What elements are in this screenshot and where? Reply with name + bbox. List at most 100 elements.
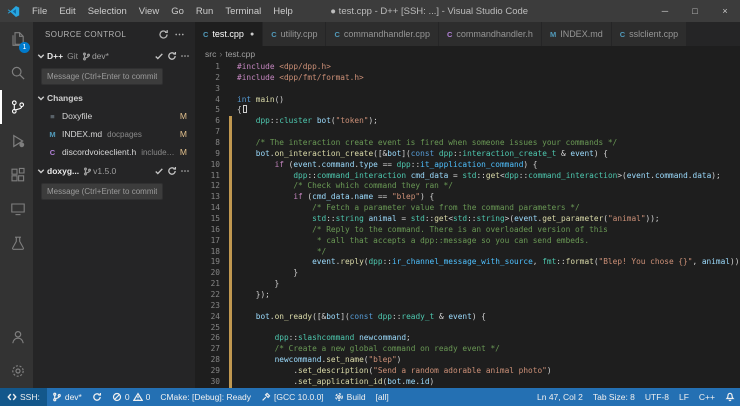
- problems[interactable]: 00: [107, 388, 155, 406]
- line-number: 29: [195, 366, 220, 377]
- activity-source-control[interactable]: [0, 90, 33, 124]
- tab-sslclient-cpp[interactable]: Csslclient.cpp: [612, 22, 687, 46]
- close-button[interactable]: ×: [710, 0, 740, 22]
- menu-selection[interactable]: Selection: [82, 0, 133, 22]
- scm-file-row[interactable]: ≡DoxyfileM: [33, 107, 195, 125]
- cmake-kit[interactable]: [GCC 10.0.0]: [256, 388, 329, 406]
- file-type-icon: C: [334, 30, 339, 39]
- tab-commandhandler-cpp[interactable]: Ccommandhandler.cpp: [326, 22, 438, 46]
- warning-icon: [133, 392, 143, 402]
- scm-file-row[interactable]: MINDEX.mddocpagesM: [33, 125, 195, 143]
- refresh-icon[interactable]: [165, 49, 178, 63]
- more-icon[interactable]: [178, 49, 191, 63]
- code-line: dpp::command_interaction cmd_data = std:…: [237, 171, 740, 182]
- problems-label2: 0: [146, 392, 151, 402]
- menu-help[interactable]: Help: [267, 0, 299, 22]
- remote-indicator[interactable]: SSH:: [0, 388, 47, 406]
- modified-dot-icon: ●: [250, 31, 254, 38]
- code-line: .set_description("Send a random adorable…: [237, 366, 740, 377]
- line-number: 4: [195, 95, 220, 106]
- code-line: bot.on_ready([&bot](const dpp::ready_t &…: [237, 312, 740, 323]
- tab-label: INDEX.md: [560, 29, 603, 39]
- notifications[interactable]: [720, 388, 740, 406]
- more-icon[interactable]: [178, 164, 191, 178]
- chevron-down-icon[interactable]: [35, 51, 47, 61]
- menu-go[interactable]: Go: [165, 0, 190, 22]
- indentation[interactable]: Tab Size: 8: [588, 388, 640, 406]
- activity-search[interactable]: [0, 56, 33, 90]
- refresh-icon[interactable]: [165, 164, 178, 178]
- activity-extensions[interactable]: [0, 158, 33, 192]
- menu-edit[interactable]: Edit: [53, 0, 81, 22]
- error-icon: [112, 392, 122, 402]
- commit-message-input[interactable]: [41, 68, 163, 85]
- remote-indicator-label: SSH:: [20, 392, 40, 402]
- line-number: 8: [195, 138, 220, 149]
- cursor-position[interactable]: Ln 47, Col 2: [532, 388, 588, 406]
- status-bar: SSH: dev* 00CMake: [Debug]: Ready [GCC 10.0…: [0, 388, 740, 406]
- menu-run[interactable]: Run: [190, 0, 219, 22]
- remote-explorer-icon: [10, 201, 26, 217]
- tab-commandhandler-h[interactable]: Ccommandhandler.h: [439, 22, 542, 46]
- tab-test-cpp[interactable]: Ctest.cpp●: [195, 22, 263, 46]
- scm-file-row[interactable]: Cdiscordvoiceclient.hinclude/d...M: [33, 143, 195, 161]
- activity-account[interactable]: [0, 320, 33, 354]
- cmake-variant[interactable]: CMake: [Debug]: Ready: [155, 388, 256, 406]
- line-number: 21: [195, 279, 220, 290]
- cpp-header-file-icon: C: [47, 148, 58, 157]
- encoding[interactable]: UTF-8: [640, 388, 674, 406]
- more-icon[interactable]: [172, 27, 187, 42]
- minimize-button[interactable]: ─: [650, 0, 680, 22]
- refresh-icon[interactable]: [156, 27, 171, 42]
- activity-testing[interactable]: [0, 226, 33, 260]
- breadcrumb-item[interactable]: src: [205, 49, 216, 59]
- sidebar: SOURCE CONTROL D++Gitdev*Changes≡Doxyfil…: [33, 22, 195, 388]
- tab-utility-cpp[interactable]: Cutility.cpp: [263, 22, 326, 46]
- activity-explorer[interactable]: 1: [0, 22, 33, 56]
- activity-run-debug[interactable]: [0, 124, 33, 158]
- repo-actions: [152, 49, 191, 63]
- cmake-build[interactable]: Build: [329, 388, 371, 406]
- settings-icon: [10, 363, 26, 379]
- language-mode[interactable]: C++: [694, 388, 720, 406]
- repo-name: D++: [47, 51, 63, 61]
- activity-settings[interactable]: [0, 354, 33, 388]
- line-number: 13: [195, 192, 220, 203]
- menu-file[interactable]: File: [26, 0, 53, 22]
- code-line: if (cmd_data.name == "blep") {: [237, 192, 740, 203]
- line-number: 16: [195, 225, 220, 236]
- git-branch[interactable]: dev*: [47, 388, 87, 406]
- scm-repo-header[interactable]: D++Gitdev*: [33, 46, 195, 66]
- code-line: newcommand.set_name("blep"): [237, 355, 740, 366]
- file-type-icon: C: [620, 30, 625, 39]
- line-number: 24: [195, 312, 220, 323]
- file-type-icon: C: [447, 30, 452, 39]
- language-mode-label: C++: [699, 392, 715, 402]
- line-number: 26: [195, 333, 220, 344]
- code-line: [237, 301, 740, 312]
- activity-remote-explorer[interactable]: [0, 192, 33, 226]
- maximize-button[interactable]: □: [680, 0, 710, 22]
- code-line: .set_application_id(bot.me.id): [237, 377, 740, 388]
- line-number: 19: [195, 257, 220, 268]
- chevron-down-icon[interactable]: [35, 93, 47, 103]
- code-lines[interactable]: #include <dpp/dpp.h>#include <dpp/fmt/fo…: [229, 62, 740, 388]
- check-icon[interactable]: [152, 49, 165, 63]
- menu-terminal[interactable]: Terminal: [219, 0, 267, 22]
- eol[interactable]: LF: [674, 388, 694, 406]
- chevron-down-icon[interactable]: [35, 166, 47, 176]
- cmake-kit-label: [GCC 10.0.0]: [274, 392, 324, 402]
- tab-label: commandhandler.h: [456, 29, 533, 39]
- branch-icon: [52, 392, 62, 402]
- scm-section-header[interactable]: Changes: [33, 89, 195, 107]
- commit-message-input[interactable]: [41, 183, 163, 200]
- git-status-badge: M: [176, 129, 187, 139]
- check-icon[interactable]: [152, 164, 165, 178]
- tab-index-md[interactable]: MINDEX.md: [542, 22, 612, 46]
- breadcrumb-item[interactable]: test.cpp: [225, 49, 255, 59]
- menu-view[interactable]: View: [133, 0, 165, 22]
- code-line: bot.on_interaction_create([&bot](const d…: [237, 149, 740, 160]
- scm-repo-header[interactable]: doxyg...v1.5.0: [33, 161, 195, 181]
- sync[interactable]: [87, 388, 107, 406]
- cmake-target[interactable]: [all]: [371, 388, 394, 406]
